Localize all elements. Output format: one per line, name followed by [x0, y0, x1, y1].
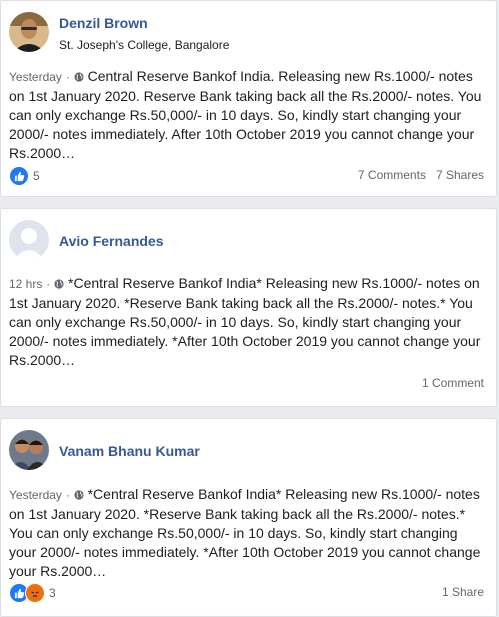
angry-icon [25, 583, 45, 603]
author-subtitle: St. Joseph's College, Bangalore [59, 38, 230, 52]
avatar[interactable] [9, 220, 49, 260]
post-time[interactable]: Yesterday [9, 70, 62, 84]
post-author[interactable]: Denzil Brown [59, 15, 148, 31]
post-footer: 3 1 Share [9, 583, 484, 603]
avatar[interactable] [9, 430, 49, 470]
comments-link[interactable]: 7 Comments [358, 168, 426, 182]
engagement-counts: 7 Comments 7 Shares [358, 168, 484, 182]
post-card: Denzil Brown St. Joseph's College, Banga… [0, 0, 497, 197]
separator: · [65, 70, 70, 84]
post-footer: 5 7 Comments 7 Shares [9, 166, 484, 186]
engagement-counts: 1 Share [442, 585, 484, 599]
globe-icon [54, 279, 64, 289]
post-footer: 1 Comment [9, 374, 484, 394]
avatar-photo-icon [9, 430, 49, 470]
post-card: Avio Fernandes 12 hrs · *Central Reserve… [0, 208, 497, 407]
post-author[interactable]: Vanam Bhanu Kumar [59, 443, 200, 459]
post-card: Vanam Bhanu Kumar Yesterday · *Central R… [0, 418, 497, 617]
post-time[interactable]: 12 hrs [9, 277, 42, 291]
shares-link[interactable]: 1 Share [442, 585, 484, 599]
separator: · [46, 277, 51, 291]
globe-icon [74, 490, 84, 500]
globe-icon [74, 72, 84, 82]
post-author[interactable]: Avio Fernandes [59, 233, 164, 249]
avatar-photo-icon [9, 12, 49, 52]
post-message: *Central Reserve Bankof India* Releasing… [9, 275, 481, 368]
comments-link[interactable]: 1 Comment [422, 376, 484, 390]
engagement-counts: 1 Comment [422, 376, 484, 390]
separator: · [65, 488, 70, 502]
reaction-count: 5 [33, 169, 40, 183]
default-avatar-icon [9, 220, 49, 260]
reaction-count: 3 [49, 586, 56, 600]
avatar[interactable] [9, 12, 49, 52]
reactions[interactable]: 3 [9, 583, 56, 603]
reactions[interactable]: 5 [9, 166, 40, 186]
shares-link[interactable]: 7 Shares [436, 168, 484, 182]
post-text: Yesterday · *Central Reserve Bankof Indi… [9, 485, 486, 581]
like-icon [9, 166, 29, 186]
post-text: Yesterday · Central Reserve Bankof India… [9, 67, 486, 163]
post-text: 12 hrs · *Central Reserve Bankof India* … [9, 274, 486, 370]
post-time[interactable]: Yesterday [9, 488, 62, 502]
